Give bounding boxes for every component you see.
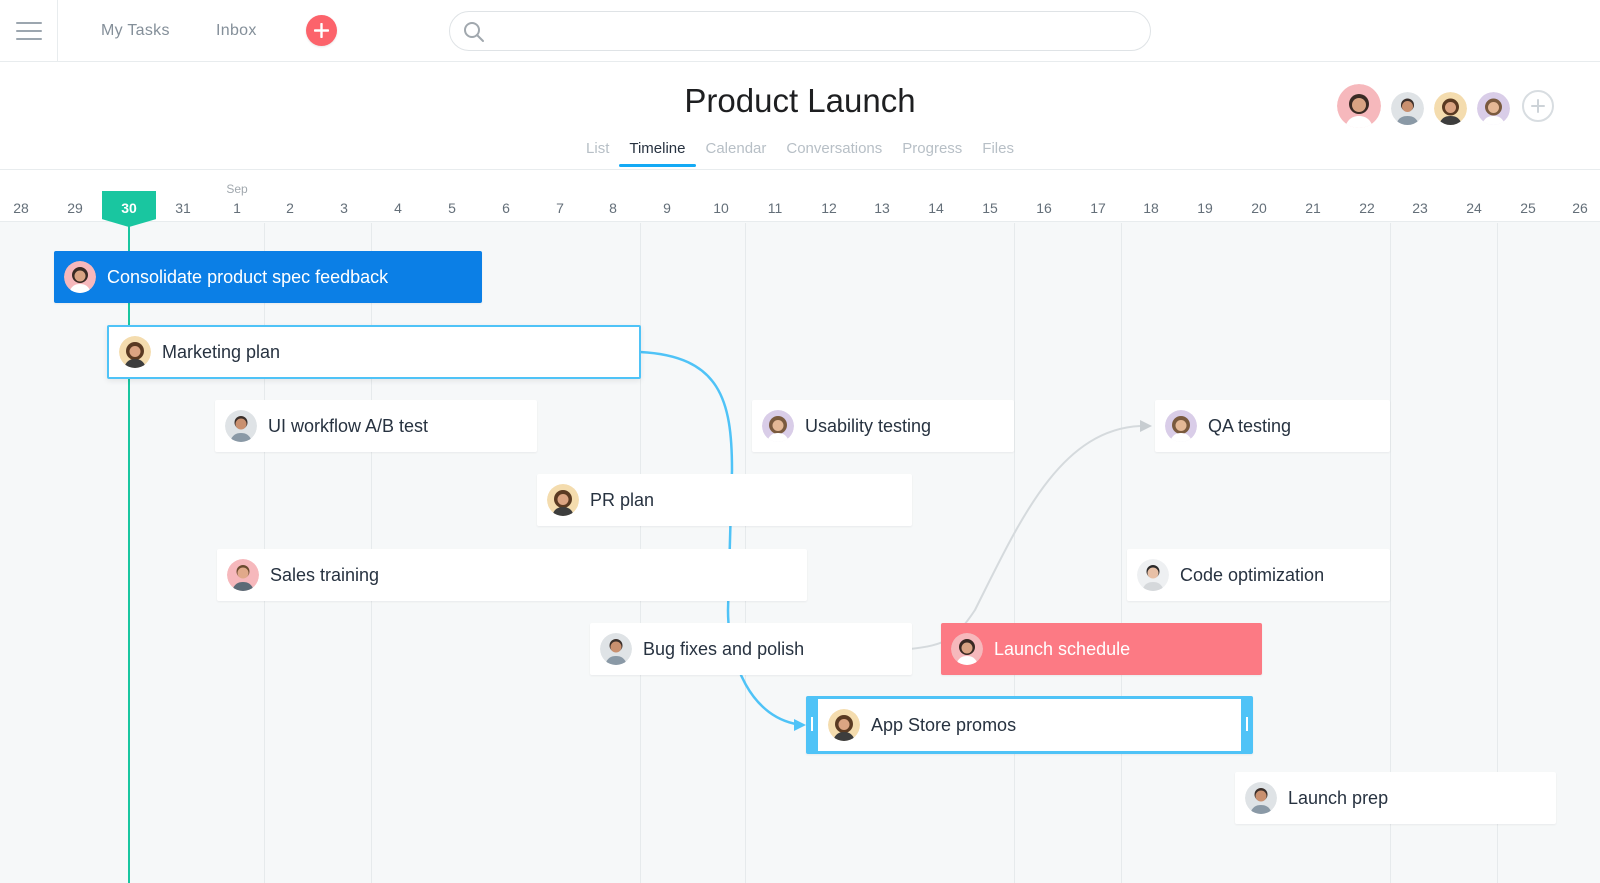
member-avatar[interactable] (1391, 91, 1424, 125)
tab-list[interactable]: List (576, 140, 619, 163)
plus-icon (314, 23, 329, 38)
task-label: PR plan (590, 489, 655, 510)
assignee-avatar (1137, 559, 1169, 591)
project-members (1337, 84, 1554, 128)
week-divider (1121, 223, 1122, 883)
member-avatar[interactable] (1477, 91, 1510, 125)
date-label: 17 (1090, 200, 1106, 216)
task-label: Launch schedule (994, 638, 1131, 659)
task-launch-prep[interactable]: Launch prep (1235, 772, 1556, 824)
task-label: Usability testing (805, 415, 932, 436)
date-label: 11 (767, 200, 783, 216)
date-label: 2 (286, 200, 294, 216)
week-divider (1014, 223, 1015, 883)
assignee-avatar (1245, 782, 1277, 814)
task-app-store-promos[interactable]: App Store promos (806, 696, 1253, 754)
resize-handle-right[interactable] (1246, 717, 1248, 731)
member-avatar[interactable] (1434, 91, 1467, 125)
assignee-avatar (225, 410, 257, 442)
quick-add-button[interactable] (306, 15, 337, 46)
date-label: 12 (821, 200, 837, 216)
add-member-button[interactable] (1522, 90, 1554, 122)
task-label: Bug fixes and polish (643, 638, 805, 659)
project-header: Product Launch List Timeline Calendar Co… (0, 62, 1600, 170)
date-label: 5 (448, 200, 456, 216)
date-label: 14 (928, 200, 944, 216)
task-qa-testing[interactable]: QA testing (1155, 400, 1390, 452)
task-label: Code optimization (1180, 564, 1325, 585)
search-input[interactable] (494, 20, 1134, 42)
assignee-avatar (119, 336, 151, 368)
date-label: 15 (982, 200, 998, 216)
search-bar[interactable] (449, 11, 1151, 51)
member-avatar[interactable] (1337, 84, 1381, 128)
nav-inbox[interactable]: Inbox (216, 22, 257, 40)
hamburger-icon[interactable] (0, 0, 58, 62)
tab-calendar[interactable]: Calendar (696, 140, 777, 163)
task-label: Marketing plan (162, 341, 281, 362)
plus-circle-icon (1531, 99, 1545, 113)
month-label: Sep (226, 182, 248, 196)
task-usability-testing[interactable]: Usability testing (752, 400, 1014, 452)
date-label: 6 (502, 200, 510, 216)
assignee-avatar (1165, 410, 1197, 442)
nav-my-tasks[interactable]: My Tasks (101, 22, 170, 40)
tab-progress[interactable]: Progress (892, 140, 972, 163)
task-sales-training[interactable]: Sales training (217, 549, 807, 601)
task-marketing-plan[interactable]: Marketing plan (107, 325, 641, 379)
date-label: 23 (1412, 200, 1428, 216)
date-label: 24 (1466, 200, 1482, 216)
date-label: 28 (13, 200, 29, 216)
task-bug-fixes-and-polish[interactable]: Bug fixes and polish (590, 623, 912, 675)
date-label: 7 (556, 200, 564, 216)
assignee-avatar (828, 709, 860, 741)
date-label: 10 (713, 200, 729, 216)
assignee-avatar (64, 261, 96, 293)
assignee-avatar (227, 559, 259, 591)
assignee-avatar (547, 484, 579, 516)
task-consolidate-product-spec-feedback[interactable]: Consolidate product spec feedback (54, 251, 482, 303)
date-label: 8 (609, 200, 617, 216)
date-label: 18 (1143, 200, 1159, 216)
task-label: UI workflow A/B test (268, 415, 429, 436)
task-label: Sales training (270, 564, 380, 585)
tab-files[interactable]: Files (972, 140, 1024, 163)
task-code-optimization[interactable]: Code optimization (1127, 549, 1390, 601)
date-label: 25 (1520, 200, 1536, 216)
task-ui-workflow-ab-test[interactable]: UI workflow A/B test (215, 400, 537, 452)
task-label: Consolidate product spec feedback (107, 266, 389, 287)
tab-conversations[interactable]: Conversations (776, 140, 892, 163)
task-label: Launch prep (1288, 787, 1389, 808)
task-pr-plan[interactable]: PR plan (537, 474, 912, 526)
date-label: 9 (663, 200, 671, 216)
assignee-avatar (762, 410, 794, 442)
resize-handle-left[interactable] (811, 717, 813, 731)
task-label: App Store promos (871, 714, 1017, 735)
date-label: 3 (340, 200, 348, 216)
date-label: 19 (1197, 200, 1213, 216)
task-launch-schedule[interactable]: Launch schedule (941, 623, 1262, 675)
date-label: 16 (1036, 200, 1052, 216)
today-line (128, 223, 130, 883)
project-tabs: List Timeline Calendar Conversations Pro… (0, 140, 1600, 167)
date-label: 1 (233, 200, 241, 216)
date-label: 22 (1359, 200, 1375, 216)
date-label: 26 (1572, 200, 1588, 216)
date-header: Sep 28 29 30 31 1 2 3 4 5 6 7 8 9 10 11 … (0, 170, 1600, 227)
tab-timeline[interactable]: Timeline (619, 140, 696, 167)
date-label: 4 (394, 200, 402, 216)
date-label: 29 (67, 200, 83, 216)
date-label: 21 (1305, 200, 1321, 216)
top-bar: My Tasks Inbox (0, 0, 1600, 62)
search-icon (464, 22, 484, 42)
task-label: QA testing (1208, 415, 1292, 436)
today-date-label: 30 (121, 200, 137, 216)
assignee-avatar (600, 633, 632, 665)
assignee-avatar (951, 633, 983, 665)
date-label: 20 (1251, 200, 1267, 216)
date-label: 13 (874, 200, 890, 216)
date-label: 31 (175, 200, 191, 216)
